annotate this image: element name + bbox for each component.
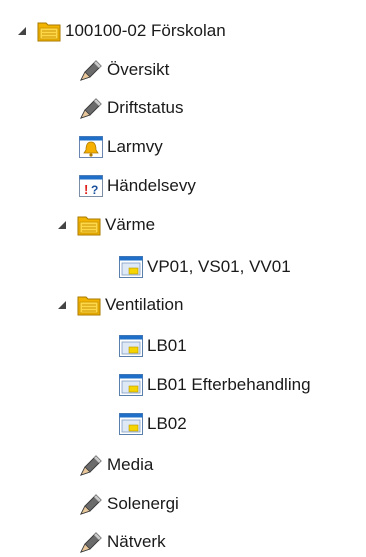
tree-item-label: 100100-02 Förskolan xyxy=(65,21,226,40)
pencil-icon xyxy=(78,530,104,554)
tree-item-label: Händelsevy xyxy=(107,176,196,195)
tree-item-label: Solenergi xyxy=(107,494,179,513)
tree-item-label: Larmvy xyxy=(107,137,163,156)
folder-icon xyxy=(36,19,62,43)
tree-item-driftstatus[interactable]: Driftstatus xyxy=(78,93,184,123)
alarm-bell-icon xyxy=(78,135,104,159)
pencil-icon xyxy=(78,96,104,120)
tree-item-lb02[interactable]: LB02 xyxy=(118,409,187,439)
tree-item-handelsevy[interactable]: ! ? Händelsevy xyxy=(78,171,196,201)
tree-item-label: LB01 Efterbehandling xyxy=(147,375,311,394)
folder-icon xyxy=(76,213,102,237)
expand-arrow-icon[interactable] xyxy=(56,299,68,311)
tree-item-larmvy[interactable]: Larmvy xyxy=(78,132,163,162)
event-view-icon: ! ? xyxy=(78,174,104,198)
tree-item-solenergi[interactable]: Solenergi xyxy=(78,489,179,519)
svg-text:?: ? xyxy=(91,183,98,197)
tree-item-varme[interactable]: Värme xyxy=(56,210,155,240)
tree-item-lb01-efterbehandling[interactable]: LB01 Efterbehandling xyxy=(118,370,311,400)
tree-view: { "tree": { "items": [ {"label": "100100… xyxy=(0,0,366,557)
pencil-icon xyxy=(78,58,104,82)
tree-item-ventilation[interactable]: Ventilation xyxy=(56,290,183,320)
tree-item-label: Översikt xyxy=(107,60,170,79)
tree-item-label: Driftstatus xyxy=(107,98,184,117)
tree-item-label: Ventilation xyxy=(105,295,184,314)
expand-arrow-icon[interactable] xyxy=(16,25,28,37)
tree-item-vp01-vs01-vv01[interactable]: VP01, VS01, VV01 xyxy=(118,252,291,282)
window-icon xyxy=(118,334,144,358)
tree-item-forskolan[interactable]: 100100-02 Förskolan xyxy=(16,16,226,46)
window-icon xyxy=(118,255,144,279)
tree-item-label: VP01, VS01, VV01 xyxy=(147,257,291,276)
tree-item-natverk[interactable]: Nätverk xyxy=(78,527,166,557)
tree-item-oversikt[interactable]: Översikt xyxy=(78,55,169,85)
expand-arrow-icon[interactable] xyxy=(56,219,68,231)
tree-item-label: Värme xyxy=(105,215,156,234)
tree-item-media[interactable]: Media xyxy=(78,450,153,480)
tree-item-lb01[interactable]: LB01 xyxy=(118,331,187,361)
window-icon xyxy=(118,373,144,397)
tree-item-label: LB01 xyxy=(147,336,187,355)
window-icon xyxy=(118,412,144,436)
pencil-icon xyxy=(78,492,104,516)
folder-icon xyxy=(76,293,102,317)
svg-text:!: ! xyxy=(84,182,88,197)
tree-item-label: Media xyxy=(107,455,154,474)
tree-item-label: Nätverk xyxy=(107,532,166,551)
pencil-icon xyxy=(78,453,104,477)
tree-item-label: LB02 xyxy=(147,414,187,433)
